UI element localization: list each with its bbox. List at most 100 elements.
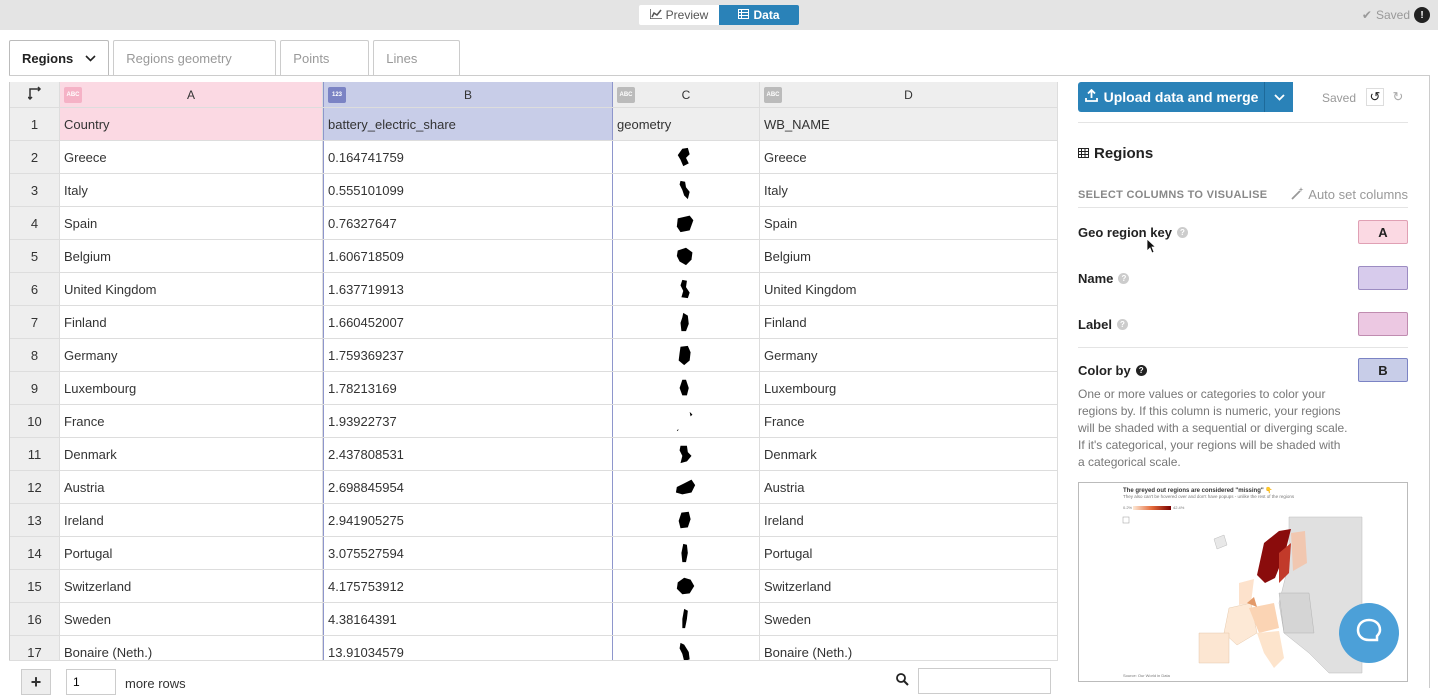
table-cell[interactable]: United Kingdom — [60, 273, 323, 305]
tab-lines[interactable]: Lines — [373, 40, 461, 75]
geometry-cell[interactable] — [613, 372, 760, 404]
table-cell[interactable]: Belgium — [60, 240, 323, 272]
geometry-cell[interactable] — [613, 273, 760, 305]
transpose-button[interactable] — [10, 82, 60, 107]
geometry-cell[interactable] — [613, 240, 760, 272]
chevron-down-icon[interactable] — [85, 53, 96, 65]
column-header-d[interactable]: ABC D — [760, 82, 1058, 107]
table-cell[interactable]: 1.78213169 — [323, 372, 613, 404]
table-cell[interactable]: Belgium — [760, 240, 1058, 272]
table-cell[interactable]: Greece — [60, 141, 323, 173]
row-number[interactable]: 1 — [10, 108, 60, 140]
tab-points[interactable]: Points — [280, 40, 370, 75]
row-number[interactable]: 4 — [10, 207, 60, 239]
table-cell[interactable]: Greece — [760, 141, 1058, 173]
geometry-cell[interactable] — [613, 405, 760, 437]
table-cell[interactable]: Ireland — [60, 504, 323, 536]
table-cell[interactable]: 1.660452007 — [323, 306, 613, 338]
table-cell[interactable]: Bonaire (Neth.) — [60, 636, 323, 660]
table-cell[interactable]: 3.075527594 — [323, 537, 613, 569]
geometry-cell[interactable] — [613, 207, 760, 239]
geometry-cell[interactable] — [613, 570, 760, 602]
row-number[interactable]: 16 — [10, 603, 60, 635]
geometry-cell[interactable] — [613, 141, 760, 173]
row-number[interactable]: 15 — [10, 570, 60, 602]
table-cell[interactable]: 0.164741759 — [323, 141, 613, 173]
table-cell[interactable]: United Kingdom — [760, 273, 1058, 305]
undo-button[interactable]: ↺ — [1366, 88, 1384, 106]
table-cell[interactable]: 13.91034579 — [323, 636, 613, 660]
row-number[interactable]: 3 — [10, 174, 60, 206]
help-icon[interactable]: ? — [1176, 227, 1188, 238]
row-number[interactable]: 9 — [10, 372, 60, 404]
table-cell[interactable]: Germany — [760, 339, 1058, 371]
add-rows-button[interactable]: + — [21, 669, 51, 695]
row-number[interactable]: 11 — [10, 438, 60, 470]
table-cell[interactable]: 2.437808531 — [323, 438, 613, 470]
table-cell[interactable]: Luxembourg — [60, 372, 323, 404]
row-number[interactable]: 8 — [10, 339, 60, 371]
geometry-cell[interactable] — [613, 537, 760, 569]
auto-set-columns-button[interactable]: Auto set columns — [1291, 187, 1408, 203]
name-column-select[interactable] — [1358, 266, 1408, 290]
table-cell[interactable]: Italy — [760, 174, 1058, 206]
data-toggle-button[interactable]: Data — [719, 5, 799, 25]
table-cell[interactable]: 1.93922737 — [323, 405, 613, 437]
table-cell[interactable]: Portugal — [760, 537, 1058, 569]
table-cell[interactable]: Luxembourg — [760, 372, 1058, 404]
row-number[interactable]: 14 — [10, 537, 60, 569]
help-icon[interactable]: ? — [1116, 319, 1128, 330]
label-column-select[interactable] — [1358, 312, 1408, 336]
table-cell[interactable]: 1.606718509 — [323, 240, 613, 272]
table-cell[interactable]: WB_NAME — [760, 108, 1058, 140]
table-cell[interactable]: Spain — [760, 207, 1058, 239]
table-cell[interactable]: Austria — [760, 471, 1058, 503]
table-cell[interactable]: 2.698845954 — [323, 471, 613, 503]
geometry-cell[interactable] — [613, 603, 760, 635]
preview-toggle-button[interactable]: Preview — [639, 5, 719, 25]
chat-support-button[interactable] — [1339, 603, 1399, 663]
table-cell[interactable]: Switzerland — [760, 570, 1058, 602]
table-cell[interactable]: Finland — [760, 306, 1058, 338]
row-number[interactable]: 10 — [10, 405, 60, 437]
row-number[interactable]: 6 — [10, 273, 60, 305]
geometry-cell[interactable] — [613, 438, 760, 470]
row-number[interactable]: 7 — [10, 306, 60, 338]
table-cell[interactable]: Denmark — [760, 438, 1058, 470]
column-header-b[interactable]: 123 B — [323, 82, 613, 107]
table-cell[interactable]: Ireland — [760, 504, 1058, 536]
table-cell[interactable]: battery_electric_share — [323, 108, 613, 140]
row-number[interactable]: 2 — [10, 141, 60, 173]
help-icon[interactable]: ? — [1118, 273, 1130, 284]
column-header-a[interactable]: ABC A — [60, 82, 323, 107]
table-cell[interactable]: 0.76327647 — [323, 207, 613, 239]
upload-options-button[interactable] — [1264, 82, 1293, 112]
warning-icon[interactable]: ! — [1414, 7, 1430, 23]
table-cell[interactable]: 4.175753912 — [323, 570, 613, 602]
table-cell[interactable]: 1.759369237 — [323, 339, 613, 371]
table-cell[interactable]: 2.941905275 — [323, 504, 613, 536]
table-cell[interactable]: France — [760, 405, 1058, 437]
row-number[interactable]: 5 — [10, 240, 60, 272]
geometry-cell[interactable] — [613, 306, 760, 338]
row-number[interactable]: 12 — [10, 471, 60, 503]
row-number[interactable]: 13 — [10, 504, 60, 536]
help-icon[interactable]: ? — [1135, 365, 1147, 376]
table-cell[interactable]: Germany — [60, 339, 323, 371]
table-cell[interactable]: Finland — [60, 306, 323, 338]
color-by-column-select[interactable]: B — [1358, 358, 1408, 382]
table-cell[interactable]: Denmark — [60, 438, 323, 470]
rows-count-input[interactable] — [66, 669, 116, 695]
table-cell[interactable]: 4.38164391 — [323, 603, 613, 635]
table-cell[interactable]: geometry — [613, 108, 760, 140]
table-cell[interactable]: 1.637719913 — [323, 273, 613, 305]
geometry-cell[interactable] — [613, 636, 760, 660]
upload-data-button[interactable]: Upload data and merge — [1078, 82, 1293, 112]
table-cell[interactable]: Bonaire (Neth.) — [760, 636, 1058, 660]
geometry-cell[interactable] — [613, 504, 760, 536]
row-number[interactable]: 17 — [10, 636, 60, 660]
table-cell[interactable]: Portugal — [60, 537, 323, 569]
geometry-cell[interactable] — [613, 339, 760, 371]
geometry-cell[interactable] — [613, 174, 760, 206]
table-cell[interactable]: Sweden — [60, 603, 323, 635]
